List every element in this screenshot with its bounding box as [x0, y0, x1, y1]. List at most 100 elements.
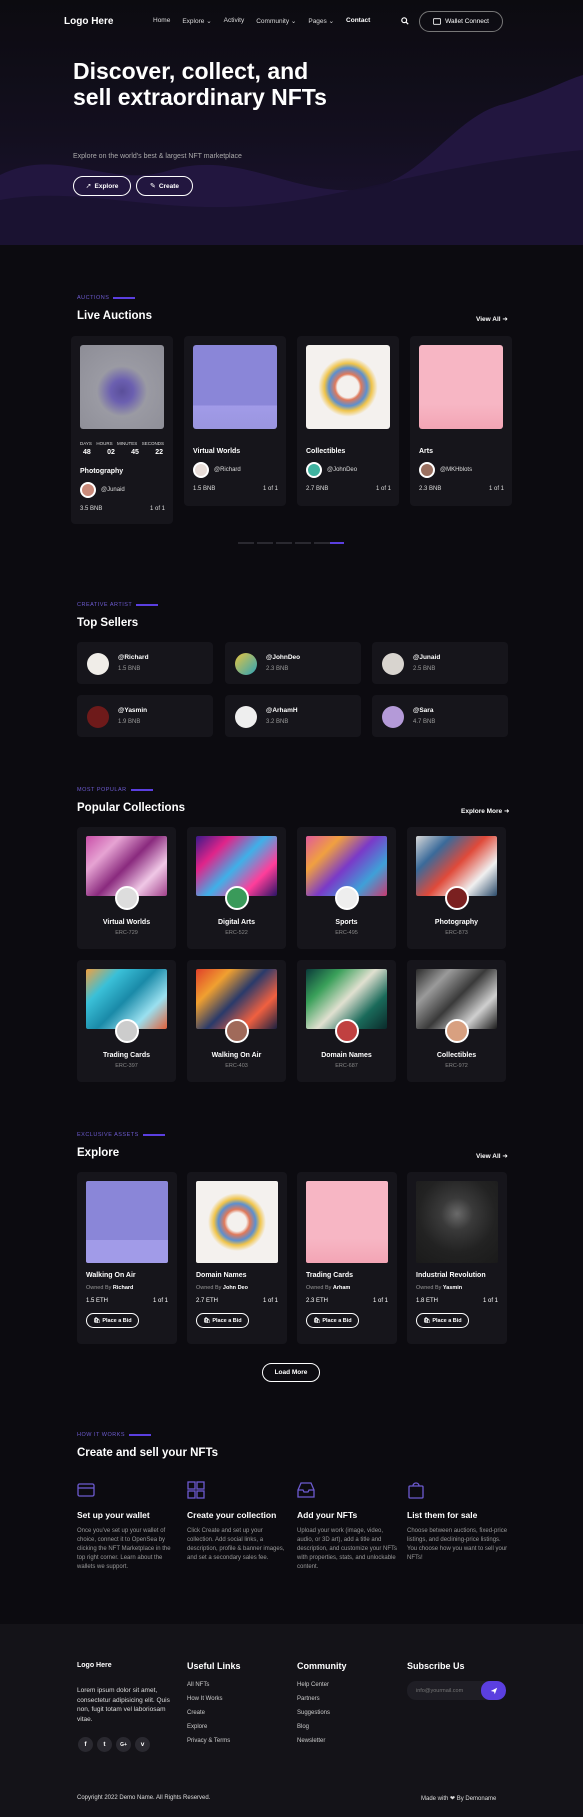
seller-card[interactable]: @Junaid 2.5 BNB [372, 642, 508, 684]
explore-qty: 1 of 1 [152, 1298, 168, 1304]
explore-card[interactable]: Domain Names Owned By John Deo 2.7 ETH 1… [187, 1172, 287, 1344]
google-plus-icon[interactable]: G+ [116, 1737, 131, 1752]
rocket-icon: ➚ [85, 183, 92, 190]
collections-explore-more[interactable]: Explore More ➜ [461, 807, 509, 815]
send-icon [490, 1687, 497, 1694]
collection-erc: ERC-873 [445, 930, 468, 936]
explore-card[interactable]: Industrial Revolution Owned By Yasmin 1.… [407, 1172, 507, 1344]
collection-title: Domain Names [321, 1052, 372, 1059]
place-bid-button[interactable]: 🛍 Place a Bid [86, 1313, 139, 1328]
nav-explore[interactable]: Explore ⌄ [182, 17, 211, 25]
nft-image [86, 1181, 168, 1263]
sellers-tag-text: CREATIVE ARTIST [77, 602, 133, 608]
explore-tag-text: EXCLUSIVE ASSETS [77, 1132, 139, 1138]
hero-explore-label: Explore [94, 182, 119, 190]
footer-link[interactable]: All NFTs [187, 1678, 230, 1692]
collection-card[interactable]: Photography ERC-873 [407, 827, 506, 949]
nav-community[interactable]: Community ⌄ [256, 17, 296, 25]
explore-card[interactable]: Trading Cards Owned By Arham 2.3 ETH 1 o… [297, 1172, 397, 1344]
bag-icon: 🛍 [93, 1317, 101, 1324]
footer-community-title: Community [297, 1661, 347, 1671]
seller-amount: 2.3 BNB [266, 666, 289, 672]
collection-card[interactable]: Collectibles ERC-972 [407, 960, 506, 1082]
explore-owner: Owned By John Deo [196, 1285, 248, 1291]
auction-card[interactable]: Collectibles @JohnDeo 2.7 BNB 1 of 1 [297, 336, 399, 506]
avatar [80, 482, 96, 498]
footer-link[interactable]: Blog [297, 1720, 330, 1734]
seller-name: @Junaid [413, 654, 441, 661]
place-bid-button[interactable]: 🛍 Place a Bid [416, 1313, 469, 1328]
collection-erc: ERC-397 [115, 1063, 138, 1069]
auction-card[interactable]: Arts @MKHblots 2.3 BNB 1 of 1 [410, 336, 512, 506]
hero-create-button[interactable]: ✎ Create [136, 176, 193, 196]
footer-link[interactable]: Help Center [297, 1678, 330, 1692]
collection-card[interactable]: Walking On Air ERC-403 [187, 960, 286, 1082]
carousel-dot[interactable] [257, 542, 273, 544]
load-more-button[interactable]: Load More [262, 1363, 320, 1382]
carousel-dot-active[interactable] [330, 542, 344, 544]
auction-owner: @Richard [214, 467, 241, 473]
hero-subtitle: Explore on the world's best & largest NF… [73, 153, 242, 160]
nft-image [306, 1181, 388, 1263]
footer-link[interactable]: Create [187, 1706, 230, 1720]
how-tag-text: HOW IT WORKS [77, 1432, 126, 1438]
place-bid-button[interactable]: 🛍 Place a Bid [306, 1313, 359, 1328]
explore-tag: EXCLUSIVE ASSETS [77, 1132, 165, 1138]
carousel-dot[interactable] [238, 542, 254, 544]
collection-card[interactable]: Domain Names ERC-687 [297, 960, 396, 1082]
avatar [225, 886, 249, 910]
nav-home[interactable]: Home [153, 17, 170, 25]
auction-card[interactable]: Virtual Worlds @Richard 1.5 BNB 1 of 1 [184, 336, 286, 506]
auction-card[interactable]: DAYS HOURS MINUTES SECONDS 48 02 45 22 Photogr… [71, 336, 173, 524]
logo[interactable]: Logo Here [64, 16, 113, 27]
footer-link[interactable]: Suggestions [297, 1706, 330, 1720]
avatar [193, 462, 209, 478]
auctions-view-all[interactable]: View All ➜ [476, 315, 508, 323]
carousel-dot[interactable] [314, 542, 330, 544]
auction-qty: 1 of 1 [150, 506, 166, 512]
auction-title: Photography [80, 468, 124, 475]
search-icon[interactable] [401, 17, 409, 27]
subscribe-email-input[interactable] [407, 1681, 482, 1700]
footer-link[interactable]: Explore [187, 1720, 230, 1734]
footer-link[interactable]: Privacy & Terms [187, 1734, 230, 1748]
collection-title: Walking On Air [211, 1052, 262, 1059]
how-step-title: Set up your wallet [77, 1510, 150, 1520]
place-bid-button[interactable]: 🛍 Place a Bid [196, 1313, 249, 1328]
hero-explore-button[interactable]: ➚ Explore [73, 176, 131, 196]
carousel-dot[interactable] [295, 542, 311, 544]
collection-card[interactable]: Digital Arts ERC-522 [187, 827, 286, 949]
footer-link[interactable]: Newsletter [297, 1734, 330, 1748]
seller-card[interactable]: @ArhamH 3.2 BNB [225, 695, 361, 737]
carousel-dot[interactable] [276, 542, 292, 544]
facebook-icon[interactable]: f [78, 1737, 93, 1752]
collection-card[interactable]: Sports ERC-495 [297, 827, 396, 949]
wallet-connect-button[interactable]: Wallet Connect [419, 11, 503, 32]
footer-link[interactable]: Partners [297, 1692, 330, 1706]
wallet-icon [77, 1483, 95, 1497]
explore-view-all[interactable]: View All ➜ [476, 1152, 508, 1160]
avatar [382, 706, 404, 728]
collection-erc: ERC-495 [335, 930, 358, 936]
nav-contact[interactable]: Contact [346, 17, 370, 25]
seller-card[interactable]: @Yasmin 1.9 BNB [77, 695, 213, 737]
seller-card[interactable]: @Sara 4.7 BNB [372, 695, 508, 737]
twitter-icon[interactable]: t [97, 1737, 112, 1752]
nft-image [80, 345, 164, 429]
wallet-label: Wallet Connect [445, 18, 489, 25]
nft-image [416, 1181, 498, 1263]
auctions-title: Live Auctions [77, 310, 152, 322]
seller-card[interactable]: @JohnDeo 2.3 BNB [225, 642, 361, 684]
explore-card[interactable]: Walking On Air Owned By Richard 1.5 ETH … [77, 1172, 177, 1344]
footer-link[interactable]: How It Works [187, 1692, 230, 1706]
vimeo-icon[interactable]: v [135, 1737, 150, 1752]
nav-activity[interactable]: Activity [224, 17, 245, 25]
collection-card[interactable]: Trading Cards ERC-397 [77, 960, 176, 1082]
collections-tag: MOST POPULAR [77, 787, 153, 793]
footer-logo[interactable]: Logo Here [77, 1662, 112, 1669]
collection-card[interactable]: Virtual Worlds ERC-729 [77, 827, 176, 949]
seller-card[interactable]: @Richard 1.5 BNB [77, 642, 213, 684]
nav-pages[interactable]: Pages ⌄ [308, 17, 334, 25]
how-step-title: List them for sale [407, 1510, 478, 1520]
subscribe-send-button[interactable] [481, 1681, 506, 1700]
